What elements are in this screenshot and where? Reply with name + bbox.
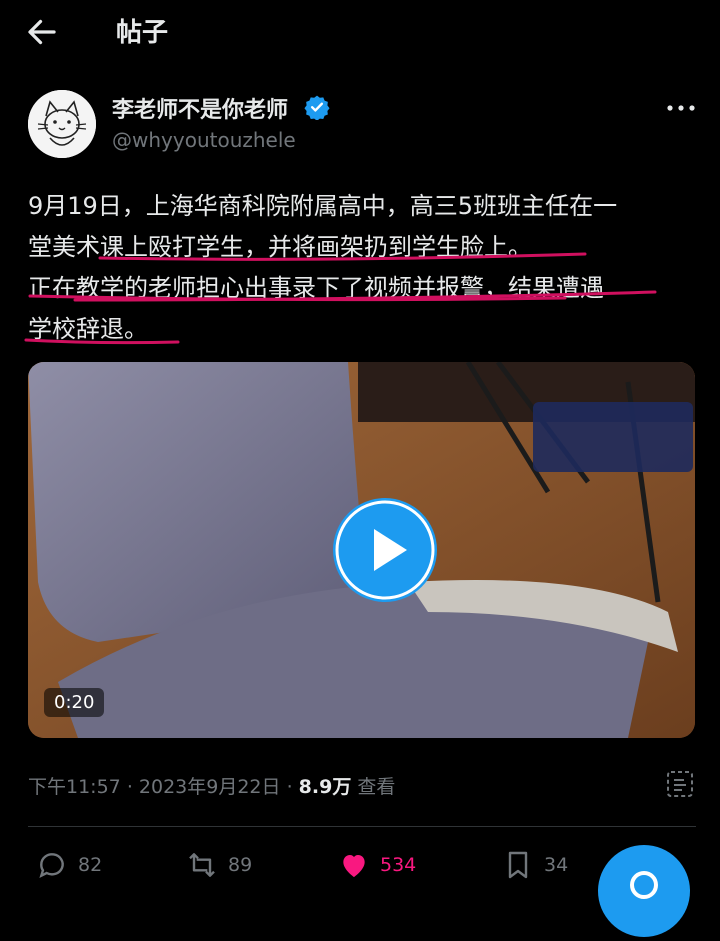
tweet-time: 下午11:57 [28,776,121,798]
reply-count: 82 [78,854,103,876]
video-player[interactable] [28,362,695,738]
views-label: 查看 [357,776,396,798]
retweet-button[interactable]: 89 [186,845,252,885]
like-count: 534 [380,854,417,876]
reply-icon [39,853,64,878]
divider [28,826,696,827]
bookmark-icon [508,851,528,879]
handdrawn-underlines [24,252,657,345]
bookmark-count: 34 [544,854,569,876]
meta-separator: · [286,776,293,798]
reply-button[interactable]: 82 [36,845,102,885]
underline-mark [24,338,180,345]
underline-mark [98,252,587,261]
retweet-icon [189,853,215,877]
underline-mark [73,290,657,302]
play-icon[interactable] [331,496,439,604]
bookmark-button[interactable]: 34 [502,845,568,885]
views-count: 8.9万 [298,776,352,798]
compose-fab-button[interactable] [598,845,690,937]
compose-icon [630,871,658,899]
like-button[interactable]: 534 [338,845,416,885]
retweet-count: 89 [228,854,253,876]
tweet-meta: 下午11:57 · 2023年9月22日 · 8.9万 查看 [28,772,395,799]
heart-filled-icon [343,855,365,877]
video-duration: 0:20 [44,688,105,717]
tweet-date: 2023年9月22日 [138,776,281,798]
meta-separator: · [126,776,133,798]
grok-analyze-icon[interactable] [664,768,696,800]
